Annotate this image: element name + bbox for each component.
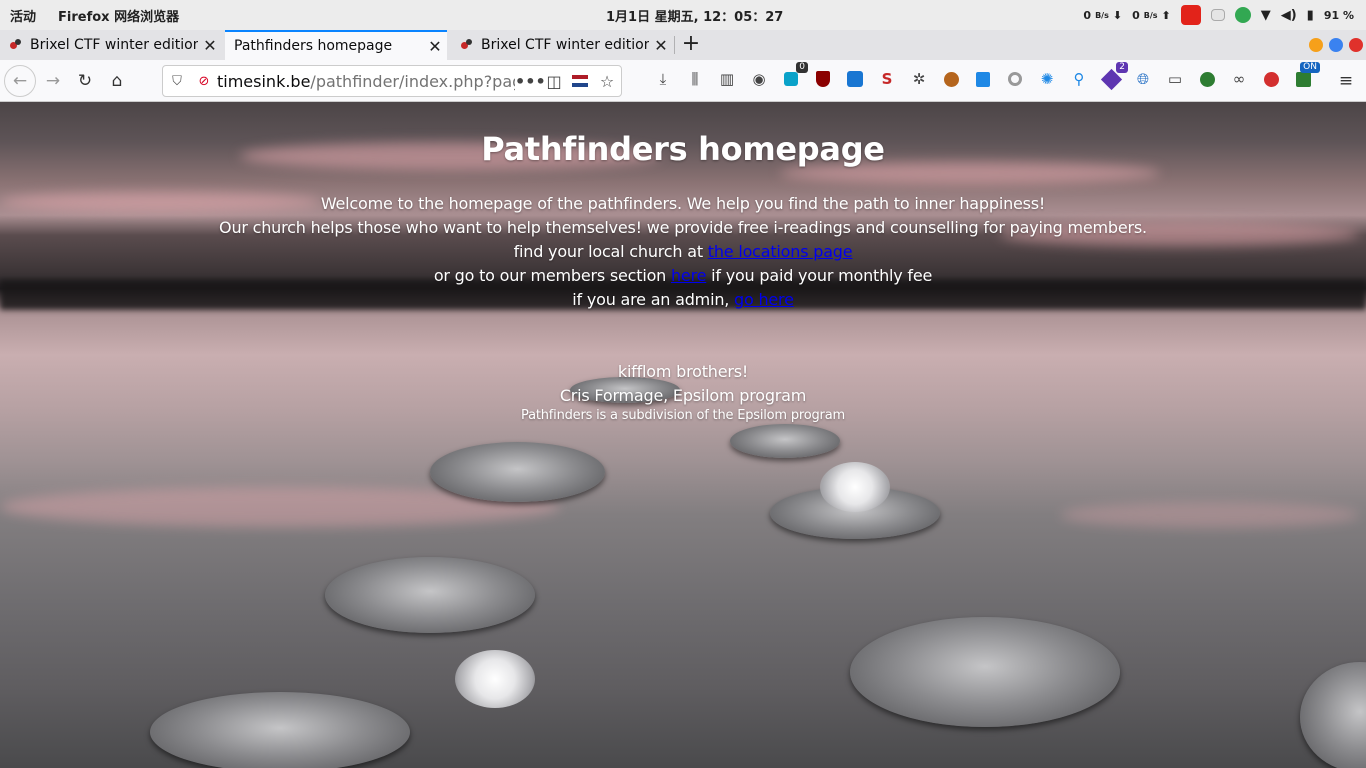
forward-button[interactable]: → [37,65,69,97]
page-title: Pathfinders homepage [481,130,885,168]
account-icon[interactable]: ◉ [748,68,770,90]
glasses-icon[interactable]: ∞ [1228,68,1250,90]
battery-percent: 91 % [1323,8,1354,22]
red-dot-icon[interactable] [1260,68,1282,90]
activities-button[interactable]: 活动 [10,6,36,25]
tab-title: Brixel CTF winter edition [481,37,649,53]
url-bar[interactable]: ⛉ ⊘ timesink.be/pathfinder/index.php?pag… [162,65,622,97]
volume-icon[interactable]: ◀) [1281,8,1297,23]
tab-brixel-1[interactable]: Brixel CTF winter edition ✕ [0,30,222,60]
system-top-bar: 活动 Firefox 网络浏览器 1月1日 星期五, 12：05：27 0 B/s… [0,0,1366,30]
admin-link[interactable]: go here [734,290,794,309]
new-tab-button[interactable]: + [680,30,702,60]
net-upload: 0 B/s ⬆ [1132,8,1171,22]
pocket-icon[interactable]: ◫ [541,72,567,91]
home-button[interactable]: ⌂ [101,65,133,97]
close-window-button[interactable] [1349,38,1363,52]
locations-link[interactable]: the locations page [708,242,853,261]
wechat-icon[interactable] [1234,7,1251,23]
brixel-favicon-icon [10,39,22,51]
upload-arrow-icon: ⬆ [1161,8,1171,22]
maximize-button[interactable] [1329,38,1343,52]
downloads-icon[interactable]: ⤓ [652,68,674,90]
puzzle-icon[interactable]: ✲ [908,68,930,90]
green-shield-icon[interactable] [1196,68,1218,90]
tab-title: Brixel CTF winter edition [30,37,198,53]
admin-line: if you are an admin, go here [572,290,794,309]
minimize-button[interactable] [1309,38,1323,52]
signature-author: Cris Formage, Epsilom program [559,386,807,405]
skype-icon[interactable] [844,68,866,90]
close-icon[interactable]: ✕ [198,36,222,55]
globe-icon[interactable]: 🌐︎ [1132,68,1154,90]
page-viewport: Pathfinders homepage Welcome to the home… [0,102,1366,768]
locations-line: find your local church at the locations … [513,242,853,261]
menu-hamburger-icon[interactable]: ≡ [1330,65,1362,97]
pathfinders-page: Pathfinders homepage Welcome to the home… [0,102,1366,424]
brixel-favicon-icon [461,39,473,51]
download-arrow-icon: ⬇ [1112,8,1123,22]
footer-note: Pathfinders is a subdivision of the Epsi… [521,408,845,423]
circle-extension-icon[interactable] [1004,68,1026,90]
tab-pathfinders[interactable]: Pathfinders homepage ✕ [225,30,447,60]
tab-title: Pathfinders homepage [234,38,393,54]
net-download: 0 B/s ⬇ [1083,8,1123,22]
library-icon[interactable]: ⫼ [684,68,706,90]
close-icon[interactable]: ✕ [649,36,673,55]
tracking-shield-icon[interactable]: ⛉ [163,74,191,89]
netherlands-flag-icon[interactable] [567,75,593,87]
members-link[interactable]: here [671,266,706,285]
welcome-text: Welcome to the homepage of the pathfinde… [320,194,1046,213]
location-pin-icon[interactable]: ⚲ [1068,68,1090,90]
page-actions-icon[interactable]: ••• [515,72,546,91]
url-text[interactable]: timesink.be/pathfinder/index.php?page [217,72,515,91]
reload-button[interactable]: ↻ [69,65,101,97]
signature-greeting: kifflom brothers! [617,362,749,381]
navigation-bar: ← → ↻ ⌂ ⛉ ⊘ timesink.be/pathfinder/index… [0,60,1366,102]
container-icon[interactable]: ▭ [1164,68,1186,90]
seo-icon[interactable]: S [876,68,898,90]
cookie-icon[interactable] [940,68,962,90]
tab-separator [674,36,675,54]
sidebar-icon[interactable]: ▥ [716,68,738,90]
bookmark-star-icon[interactable]: ☆ [593,72,621,91]
toggle-extension-icon[interactable]: ON [1292,62,1320,90]
church-text: Our church helps those who want to help … [219,218,1147,237]
insecure-lock-icon[interactable]: ⊘ [191,74,217,89]
close-icon[interactable]: ✕ [423,37,447,56]
extension-badge-icon[interactable]: 0 [780,62,808,90]
tab-brixel-2[interactable]: Brixel CTF winter edition ✕ [451,30,673,60]
wifi-icon[interactable]: ▼ [1261,8,1271,23]
battery-icon[interactable]: ▮ [1307,8,1314,23]
translate-icon[interactable] [972,68,994,90]
app-menu[interactable]: Firefox 网络浏览器 [58,6,179,25]
members-line: or go to our members section here if you… [433,266,933,285]
ublock-icon[interactable] [812,68,834,90]
bug-icon[interactable]: ✺ [1036,68,1058,90]
window-tray-icon[interactable] [1210,9,1225,21]
extensions-toolbar: ⤓ ⫼ ▥ ◉ 0 S ✲ ✺ ⚲ 2 🌐︎ ▭ ∞ ON [652,62,1320,90]
clock[interactable]: 1月1日 星期五, 12：05：27 [606,0,783,30]
netease-music-icon[interactable] [1180,5,1201,25]
gem-extension-icon[interactable]: 2 [1100,62,1128,90]
back-button[interactable]: ← [4,65,36,97]
